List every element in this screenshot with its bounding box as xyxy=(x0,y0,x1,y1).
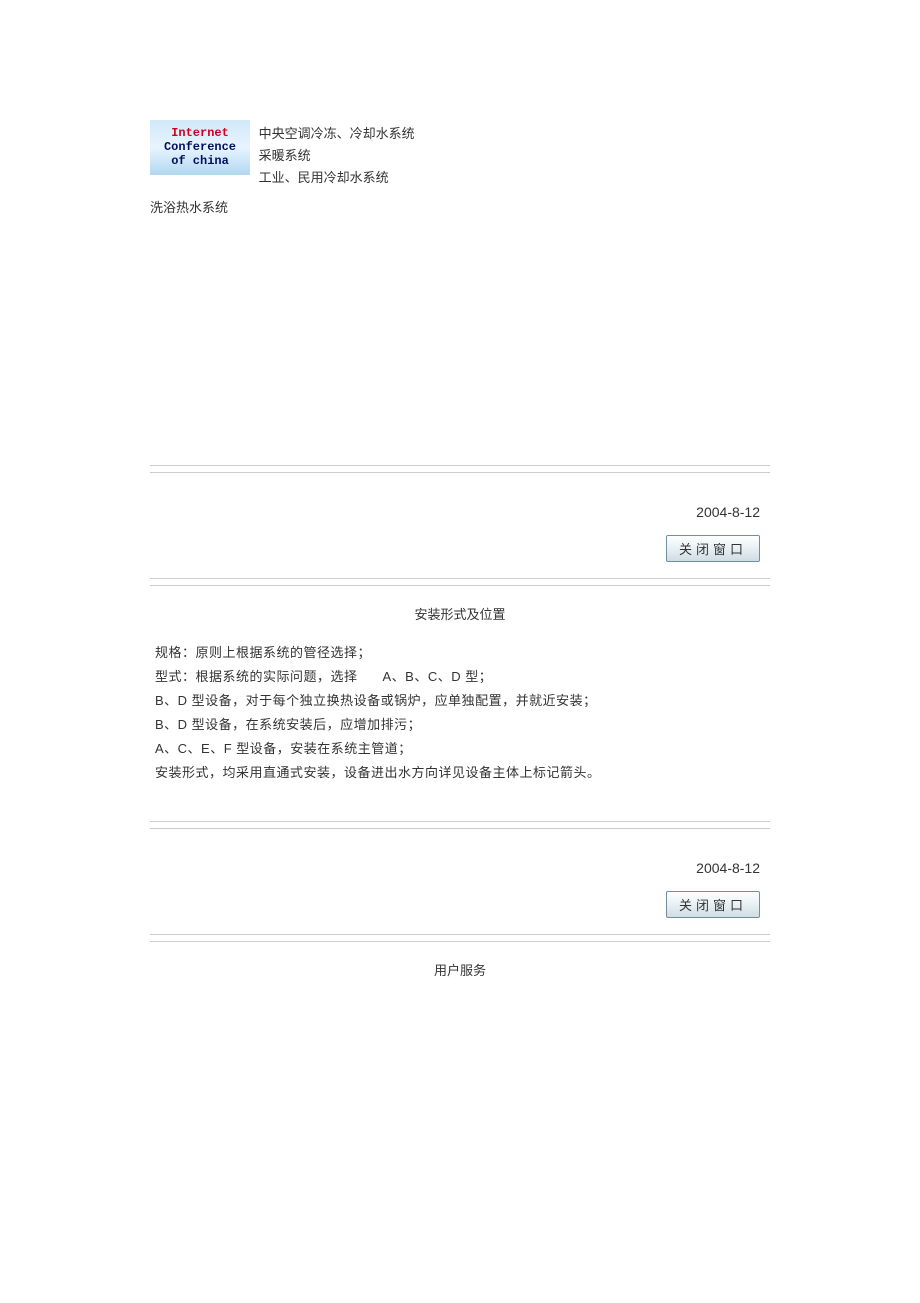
divider xyxy=(150,465,770,466)
close-window-button[interactable]: 关闭窗口 xyxy=(666,891,760,918)
content-line: 型式：根据系统的实际问题，选择 A、B、C、D 型； xyxy=(155,665,765,689)
header-line-1: 中央空调冷冻、冷却水系统 xyxy=(259,123,415,145)
content-line: B、D 型设备，在系统安装后，应增加排污； xyxy=(155,713,765,737)
header-block: Internet Conference of china 中央空调冷冻、冷却水系… xyxy=(150,120,770,219)
header-text-block: 中央空调冷冻、冷却水系统 采暖系统 工业、民用冷却水系统 xyxy=(259,120,415,189)
logo-text-line1: Internet xyxy=(150,126,250,140)
logo-image: Internet Conference of china xyxy=(150,120,250,175)
content-line: A、C、E、F 型设备，安装在系统主管道； xyxy=(155,737,765,761)
install-content: 规格：原则上根据系统的管径选择； 型式：根据系统的实际问题，选择 A、B、C、D … xyxy=(150,641,770,785)
close-window-button[interactable]: 关闭窗口 xyxy=(666,535,760,562)
close-button-wrap-2: 关闭窗口 xyxy=(150,886,770,928)
divider xyxy=(150,578,770,579)
divider xyxy=(150,941,770,942)
content-line: 规格：原则上根据系统的管径选择； xyxy=(155,641,765,665)
date-text-1: 2004-8-12 xyxy=(150,479,770,530)
close-button-wrap-1: 关闭窗口 xyxy=(150,530,770,572)
date-text-2: 2004-8-12 xyxy=(150,835,770,886)
document-page: Internet Conference of china 中央空调冷冻、冷却水系… xyxy=(0,0,920,1037)
logo-text-line3: of china xyxy=(150,154,250,168)
section-title-service: 用户服务 xyxy=(150,948,770,997)
content-line: 安装形式，均采用直通式安装，设备进出水方向详见设备主体上标记箭头。 xyxy=(155,761,765,785)
divider xyxy=(150,821,770,822)
divider xyxy=(150,934,770,935)
spacer xyxy=(150,785,770,815)
spacer xyxy=(150,219,770,459)
divider xyxy=(150,472,770,473)
content-line: B、D 型设备，对于每个独立换热设备或锅炉，应单独配置，并就近安装； xyxy=(155,689,765,713)
section-title-install: 安装形式及位置 xyxy=(150,592,770,641)
header-line-3: 工业、民用冷却水系统 xyxy=(259,167,415,189)
content-text: A、B、C、D 型； xyxy=(383,669,493,684)
header-line-2: 采暖系统 xyxy=(259,145,415,167)
logo-text-line2: Conference xyxy=(150,140,250,154)
header-below-line: 洗浴热水系统 xyxy=(150,197,770,219)
divider xyxy=(150,828,770,829)
divider xyxy=(150,585,770,586)
content-text: 型式：根据系统的实际问题，选择 xyxy=(155,669,358,684)
